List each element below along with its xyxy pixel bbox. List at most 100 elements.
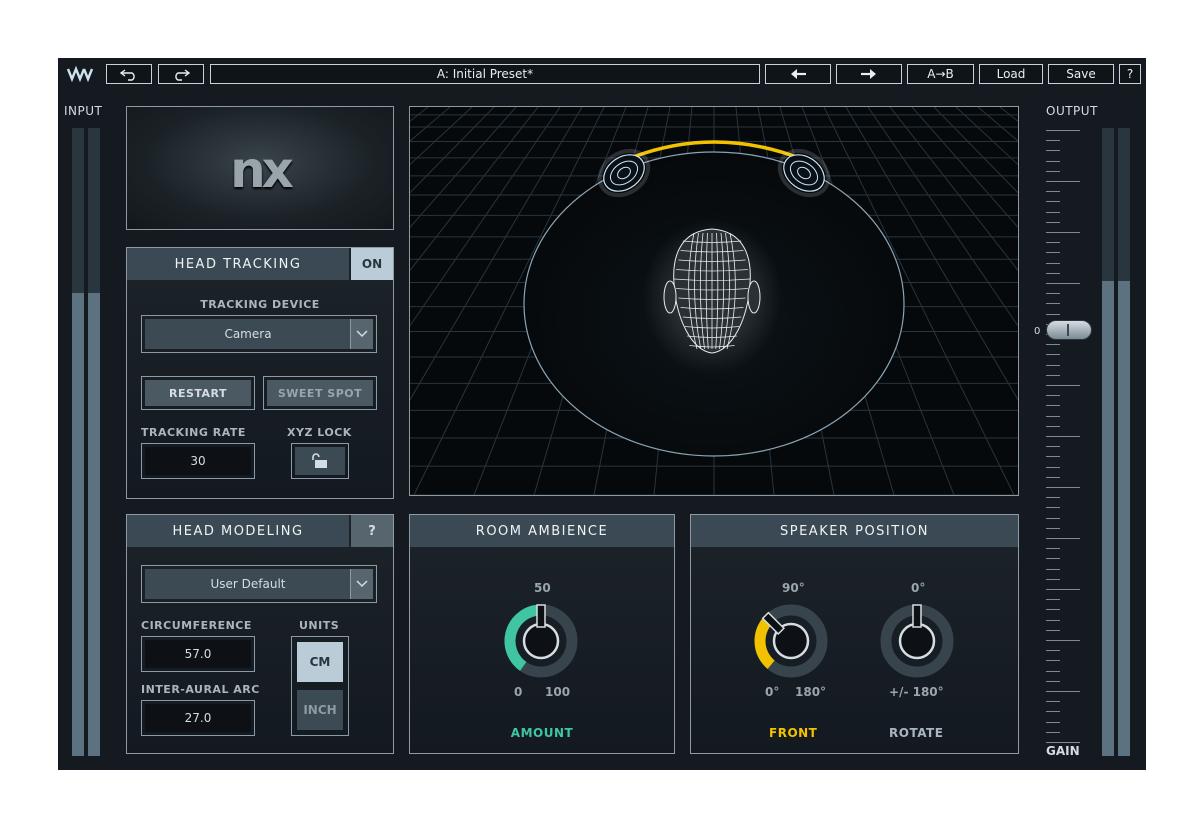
gain-scale-tick [1046, 650, 1060, 652]
next-preset-button[interactable] [836, 64, 902, 84]
output-meter-left-fill [1102, 281, 1114, 756]
previous-preset-button[interactable] [765, 64, 831, 84]
gain-scale-tick [1046, 130, 1080, 131]
gain-scale-tick [1046, 517, 1060, 519]
undo-button[interactable] [106, 64, 152, 84]
gain-scale-tick [1046, 252, 1060, 254]
preset-name-field[interactable]: A: Initial Preset* [210, 64, 760, 84]
head-tracking-title: HEAD TRACKING [174, 256, 302, 272]
gain-scale-tick [1046, 629, 1060, 631]
restart-button[interactable]: RESTART [141, 376, 255, 410]
gain-scale-tick [1046, 395, 1060, 397]
gain-scale-tick [1046, 344, 1060, 346]
tracking-device-label: TRACKING DEVICE [200, 298, 320, 311]
ab-compare-button[interactable]: A→B [907, 64, 974, 84]
head-model-icon [642, 219, 782, 375]
gain-scale-tick [1046, 680, 1060, 682]
output-meter-left [1102, 128, 1114, 756]
preset-name: A: Initial Preset* [436, 67, 534, 81]
gain-scale-tick [1046, 640, 1080, 641]
restart-label: RESTART [168, 386, 228, 400]
inter-aural-arc-field[interactable]: 27.0 [141, 700, 255, 736]
gain-scale-tick [1046, 374, 1060, 376]
room-ambience-panel: ROOM AMBIENCE 50 0 100 AMOUNT [409, 514, 675, 754]
head-tracking-on-toggle[interactable]: ON [351, 248, 393, 280]
room-amount-min: 0 [514, 685, 523, 699]
head-modeling-header: HEAD MODELING [127, 515, 349, 547]
sweet-spot-button[interactable]: SWEET SPOT [263, 376, 377, 410]
gain-scale-tick [1046, 354, 1060, 356]
gain-scale-tick [1046, 425, 1060, 427]
head-modeling-help-button[interactable]: ? [351, 515, 393, 547]
redo-icon [175, 69, 191, 81]
tracking-rate-field[interactable]: 30 [141, 443, 255, 479]
gain-scale-tick [1046, 487, 1080, 488]
output-label: OUTPUT [1046, 104, 1098, 118]
sweet-spot-label: SWEET SPOT [277, 386, 363, 400]
units-toggle: CM INCH [291, 636, 349, 736]
units-cm-button[interactable]: CM [297, 642, 343, 682]
gain-scale-tick [1046, 283, 1080, 284]
save-button[interactable]: Save [1048, 64, 1114, 84]
redo-button[interactable] [158, 64, 204, 84]
gain-scale-tick [1046, 364, 1060, 366]
gain-scale-tick [1046, 731, 1060, 733]
arrow-right-icon [861, 69, 876, 79]
gain-scale-tick [1046, 405, 1060, 407]
output-meter-right [1118, 128, 1130, 756]
nx-plugin-window: A: Initial Preset* A→B Load Save ? INPUT… [58, 58, 1146, 770]
gain-scale-tick [1046, 497, 1060, 499]
input-meter-left-fill [72, 292, 84, 756]
rotate-range: +/- 180° [889, 685, 944, 699]
head-modeling-title: HEAD MODELING [172, 523, 304, 539]
head-modeling-panel: HEAD MODELING ? User Default CIRCUMFEREN… [126, 514, 394, 754]
room-amount-label: AMOUNT [510, 726, 574, 740]
head-profile-select[interactable]: User Default [141, 565, 377, 603]
visualizer-graphic [58, 106, 1146, 496]
gain-scale-tick [1046, 170, 1060, 172]
gain-scale-tick [1046, 436, 1080, 437]
load-button[interactable]: Load [979, 64, 1043, 84]
head-visualizer[interactable] [58, 106, 1146, 496]
xyz-lock-label: XYZ LOCK [287, 426, 352, 439]
room-amount-knob[interactable] [501, 601, 581, 681]
front-label: FRONT [769, 726, 818, 740]
rotate-knob[interactable] [877, 601, 957, 681]
gain-scale-tick [1046, 150, 1060, 152]
inch-label: INCH [303, 703, 337, 717]
front-max: 180° [795, 685, 827, 699]
gain-scale-tick [1046, 701, 1060, 703]
circumference-field[interactable]: 57.0 [141, 636, 255, 672]
gain-scale-tick [1046, 578, 1060, 580]
circumference-value: 57.0 [184, 647, 212, 661]
tracking-rate-label: TRACKING RATE [141, 426, 246, 439]
room-amount-max: 100 [545, 685, 571, 699]
room-ambience-header: ROOM AMBIENCE [410, 515, 674, 547]
gain-scale-tick [1046, 721, 1060, 723]
cm-label: CM [309, 655, 331, 669]
waves-logo[interactable] [66, 64, 100, 84]
gain-fader-handle[interactable] [1046, 320, 1092, 340]
gain-scale-tick [1046, 568, 1060, 570]
gain-scale-tick [1046, 691, 1080, 692]
tracking-device-select[interactable]: Camera [141, 315, 377, 353]
units-label: UNITS [299, 619, 340, 632]
units-inch-button[interactable]: INCH [297, 690, 343, 730]
gain-scale-tick [1046, 619, 1060, 621]
head-profile-value: User Default [210, 577, 286, 591]
gain-scale-tick [1046, 476, 1060, 478]
gain-scale-tick [1046, 385, 1080, 386]
gain-label: GAIN [1046, 744, 1080, 758]
input-meter-right-fill [88, 292, 100, 756]
inter-aural-arc-value: 27.0 [184, 711, 212, 725]
speaker-position-panel: SPEAKER POSITION 90° 0° 180° FRONT 0° +/… [690, 514, 1019, 754]
input-meter-right [88, 128, 100, 756]
help-button[interactable]: ? [1119, 64, 1141, 84]
front-knob[interactable] [751, 601, 831, 681]
gain-scale-tick [1046, 609, 1060, 611]
gain-scale-tick [1046, 201, 1060, 203]
ab-label: A→B [927, 67, 954, 81]
gain-scale-tick [1046, 711, 1060, 713]
xyz-lock-button[interactable] [291, 443, 349, 479]
inter-aural-arc-label: INTER-AURAL ARC [141, 683, 260, 696]
